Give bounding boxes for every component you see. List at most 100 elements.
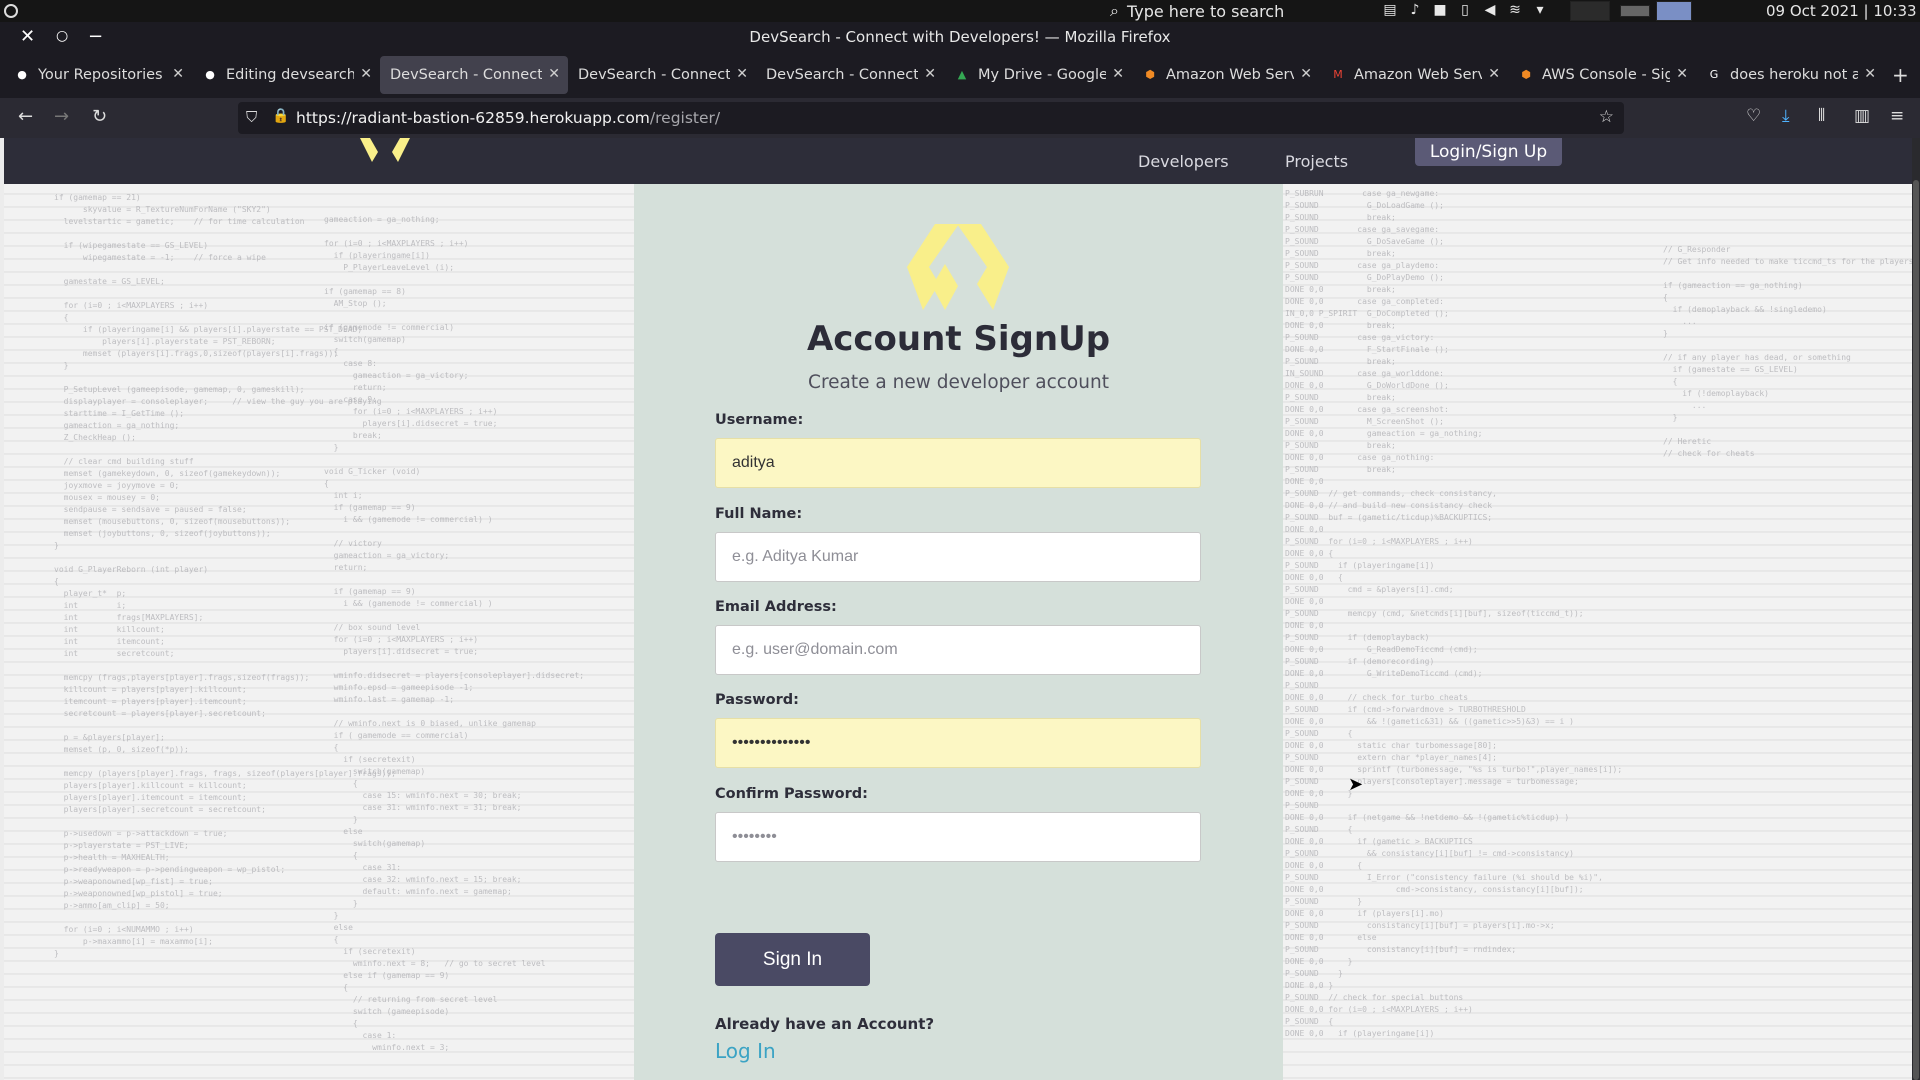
confirm-password-label: Confirm Password: (715, 786, 868, 802)
github-icon: ● (205, 68, 215, 81)
browser-tab[interactable]: DevSearch - Connect wit ✕ (380, 56, 568, 94)
tab-label: Your Repositories (38, 67, 163, 83)
email-input[interactable] (715, 625, 1201, 675)
fullname-input[interactable] (715, 532, 1201, 582)
password-input[interactable] (715, 718, 1201, 768)
notification-icon[interactable]: ♪ (1407, 2, 1423, 18)
close-tab-icon[interactable]: ✕ (924, 66, 936, 82)
os-menu-icon[interactable] (4, 4, 18, 18)
close-tab-icon[interactable]: ✕ (548, 66, 560, 82)
browser-tab[interactable]: ⬢ Amazon Web Service ✕ (1132, 56, 1320, 94)
site-header: Developers Projects Login/Sign Up (4, 138, 1912, 184)
confirm-password-input[interactable] (715, 812, 1201, 862)
aws-icon: ⬢ (1521, 68, 1531, 81)
browser-tab[interactable]: DevSearch - Connect wit ✕ (568, 56, 756, 94)
nav-projects[interactable]: Projects (1285, 138, 1348, 184)
username-label: Username: (715, 412, 804, 428)
close-tab-icon[interactable]: ✕ (736, 66, 748, 82)
close-tab-icon[interactable]: ✕ (1676, 66, 1688, 82)
tab-label: DevSearch - Connect wit (578, 67, 730, 83)
reload-icon[interactable]: ↻ (92, 106, 107, 127)
login-signup-button[interactable]: Login/Sign Up (1415, 138, 1562, 166)
tab-label: DevSearch - Connect wit (766, 67, 918, 83)
address-bar[interactable]: ⛉ 🔒 https://radiant-bastion-62859.heroku… (238, 102, 1624, 134)
close-tab-icon[interactable]: ✕ (1488, 66, 1500, 82)
bookmark-star-icon[interactable]: ☆ (1599, 107, 1614, 127)
username-input[interactable] (715, 438, 1201, 488)
volume-icon[interactable]: ◀ (1482, 2, 1498, 18)
site-logo-icon[interactable] (360, 138, 410, 162)
nav-developers[interactable]: Developers (1138, 138, 1229, 184)
back-arrow-icon[interactable]: ← (18, 106, 33, 127)
camera-icon[interactable]: ■ (1432, 2, 1448, 18)
hamburger-menu-icon[interactable]: ≡ (1890, 106, 1904, 126)
forward-arrow-icon[interactable]: → (54, 106, 69, 127)
close-tab-icon[interactable]: ✕ (360, 66, 372, 82)
maximize-window-icon[interactable]: ○ (56, 28, 68, 44)
signup-panel: Account SignUp Create a new developer ac… (634, 184, 1283, 1080)
close-tab-icon[interactable]: ✕ (172, 66, 184, 82)
google-icon: G (1709, 68, 1719, 81)
pocket-icon[interactable]: ♡ (1746, 106, 1761, 126)
page-subtitle: Create a new developer account (808, 372, 1109, 393)
url-path: /register/ (649, 109, 721, 127)
battery-icon[interactable]: ▯ (1457, 2, 1473, 18)
browser-tab[interactable]: ⬢ AWS Console - Signu ✕ (1508, 56, 1696, 94)
browser-tab[interactable]: DevSearch - Connect wit ✕ (756, 56, 944, 94)
tab-label: DevSearch - Connect wit (390, 67, 542, 83)
os-clock: 09 Oct 2021 | 10:33 AM (1766, 2, 1917, 42)
sign-in-button[interactable]: Sign In (715, 933, 870, 986)
page-title: Account SignUp (806, 319, 1111, 359)
download-icon[interactable]: ⤓ (1782, 106, 1790, 126)
tab-strip: ● Your Repositories ✕ ● Editing devsearch/RE… (0, 52, 1920, 98)
url-host: https://radiant-bastion-62859.herokuapp.… (296, 109, 650, 127)
close-tab-icon[interactable]: ✕ (1864, 66, 1876, 82)
os-search-placeholder: Type here to search (1126, 1, 1285, 21)
email-label: Email Address: (715, 599, 837, 615)
workspace-1[interactable] (1570, 1, 1610, 21)
os-taskbar: ⌕ Type here to search ▤ ♪ ■ ▯ ◀ ≋ ▾ 09 O… (0, 0, 1920, 42)
window-title: DevSearch - Connect with Developers! — M… (749, 28, 1171, 46)
navigation-toolbar: ← → ↻ ⛉ 🔒 https://radiant-bastion-62859.… (0, 98, 1920, 138)
chevron-down-icon[interactable]: ▾ (1532, 2, 1548, 18)
workspace-3[interactable] (1656, 1, 1692, 21)
code-background-left: if (gamemap == 21) skyvalue = R_TextureN… (4, 184, 634, 1080)
close-tab-icon[interactable]: ✕ (1300, 66, 1312, 82)
password-label: Password: (715, 692, 799, 708)
workspace-2[interactable] (1620, 5, 1650, 17)
tab-label: AWS Console - Signu (1542, 67, 1670, 83)
scrollbar-thumb[interactable] (1913, 180, 1919, 1080)
sidebar-icon[interactable]: ▥ (1854, 106, 1870, 126)
browser-tab[interactable]: ● Editing devsearch/RE ✕ (192, 56, 380, 94)
tab-label: My Drive - Google Dr (978, 67, 1106, 83)
page-scrollbar[interactable] (1912, 138, 1920, 1080)
workspace-switcher[interactable] (1570, 1, 1692, 21)
screen-icon[interactable]: ▤ (1382, 2, 1398, 18)
mouse-cursor-icon: ➤ (1348, 774, 1364, 795)
login-link[interactable]: Log In (715, 1039, 776, 1063)
wifi-icon[interactable]: ≋ (1507, 2, 1523, 18)
devsearch-logo-icon (907, 224, 1009, 310)
tab-label: does heroku not allo (1730, 67, 1858, 83)
google-drive-icon: ▲ (957, 68, 967, 81)
shield-icon[interactable]: ⛉ (246, 108, 257, 126)
fullname-label: Full Name: (715, 506, 803, 522)
system-tray: ▤ ♪ ■ ▯ ◀ ≋ ▾ (1382, 2, 1548, 18)
close-tab-icon[interactable]: ✕ (1112, 66, 1124, 82)
new-tab-plus-icon[interactable]: + (1892, 63, 1909, 87)
browser-tab[interactable]: M Amazon Web Service ✕ (1320, 56, 1508, 94)
browser-tab[interactable]: Gdoes heroku not allo ✕ (1696, 56, 1884, 94)
library-icon[interactable]: ⫴ (1818, 106, 1825, 126)
browser-tab[interactable]: ▲ My Drive - Google Dr ✕ (944, 56, 1132, 94)
browser-tab[interactable]: ● Your Repositories ✕ (4, 56, 192, 94)
search-icon: ⌕ (1110, 1, 1119, 20)
tab-label: Amazon Web Service (1166, 67, 1294, 83)
page-viewport: Developers Projects Login/Sign Up if (ga… (0, 138, 1920, 1080)
os-search[interactable]: ⌕ Type here to search (1110, 0, 1284, 22)
gmail-icon: M (1333, 68, 1343, 81)
code-background-right: P_SUBRUN case ga_newgame: P_SOUND G_DoLo… (1283, 184, 1912, 1080)
minimize-window-icon[interactable]: − (88, 26, 103, 47)
aws-icon: ⬢ (1145, 68, 1155, 81)
close-window-icon[interactable]: ✕ (20, 26, 35, 47)
lock-icon[interactable]: 🔒 (272, 108, 289, 124)
